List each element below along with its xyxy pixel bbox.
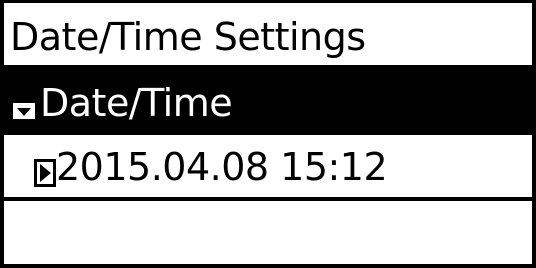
date-time-value: 2015.04.08 15:12 xyxy=(56,145,388,189)
menu-item-label: Date/Time xyxy=(40,81,233,125)
page-title: Date/Time Settings xyxy=(10,15,366,59)
empty-row xyxy=(4,201,532,264)
expand-triangle-icon xyxy=(13,103,35,119)
date-time-value-row[interactable]: 2015.04.08 15:12 xyxy=(4,135,532,201)
lcd-screen: Date/Time Settings Date/Time 2015.04.08 … xyxy=(0,0,536,268)
title-bar: Date/Time Settings xyxy=(4,3,532,69)
right-arrow-icon xyxy=(34,159,56,187)
menu-item-date-time[interactable]: Date/Time xyxy=(4,69,532,135)
